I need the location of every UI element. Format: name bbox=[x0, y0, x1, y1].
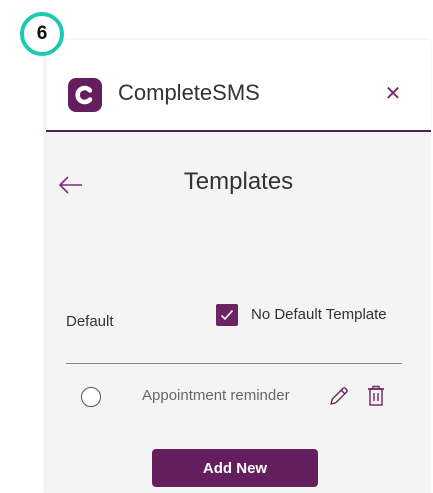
edit-template-button[interactable] bbox=[326, 383, 352, 409]
delete-template-button[interactable] bbox=[364, 382, 388, 410]
step-number: 6 bbox=[36, 23, 48, 44]
panel-header: CompleteSMS ✕ bbox=[46, 40, 431, 132]
completesms-logo-icon bbox=[68, 78, 102, 112]
template-select-radio[interactable] bbox=[81, 387, 101, 407]
completesms-panel: CompleteSMS ✕ Templates Default No Defau… bbox=[46, 40, 431, 493]
add-new-button[interactable]: Add New bbox=[152, 449, 318, 487]
trash-icon bbox=[368, 385, 384, 406]
page-title: Templates bbox=[183, 168, 294, 195]
pencil-icon bbox=[330, 387, 348, 405]
default-label: Default bbox=[66, 313, 114, 330]
template-name: Appointment reminder bbox=[142, 387, 290, 404]
divider bbox=[66, 363, 402, 364]
close-icon: ✕ bbox=[384, 82, 402, 105]
no-default-template-label[interactable]: No Default Template bbox=[251, 306, 387, 323]
app-name: CompleteSMS bbox=[118, 80, 260, 105]
no-default-template-checkbox[interactable] bbox=[216, 304, 238, 326]
close-button[interactable]: ✕ bbox=[378, 78, 408, 108]
step-number-badge: 6 bbox=[20, 12, 64, 56]
checkmark-icon bbox=[220, 309, 234, 321]
